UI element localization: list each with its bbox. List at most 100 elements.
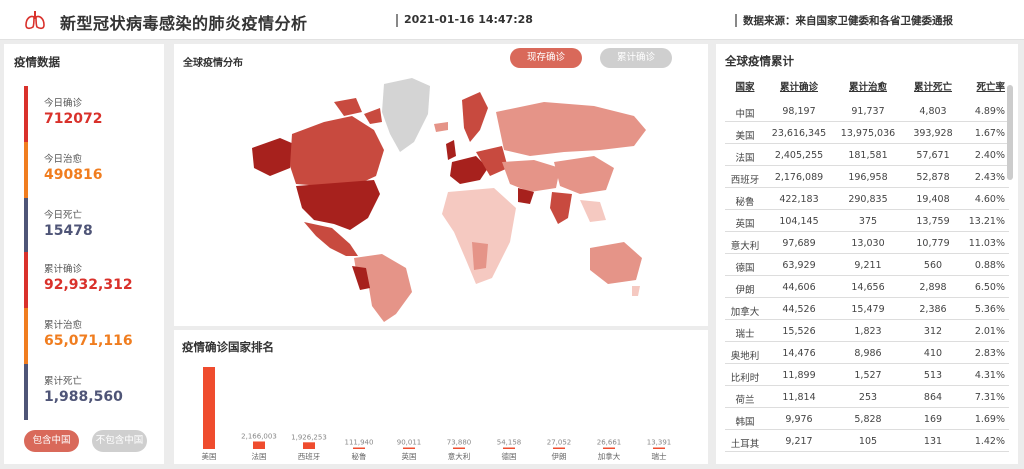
country-cell: 韩国 — [735, 417, 755, 428]
bar-value-label: 2,166,003 — [241, 432, 277, 440]
bar-5[interactable] — [453, 447, 465, 450]
table-row[interactable]: 比利时 11,899 1,527 513 4.31% — [725, 364, 1009, 386]
table-row[interactable]: 德国 63,929 9,211 560 0.88% — [725, 254, 1009, 276]
country-cell: 美国 — [735, 131, 755, 142]
rank-panel: 疫情确诊国家排名 美国 2,166,003 法国 1,926,253 西班牙 111,94… — [174, 330, 708, 464]
value-cell: 2.43% — [974, 172, 1005, 183]
value-cell: 13,759 — [916, 216, 950, 227]
value-cell: 57,671 — [916, 150, 950, 161]
value-cell: 91,737 — [851, 106, 885, 117]
column-header[interactable]: 累计确诊 — [769, 79, 829, 93]
value-cell: 44,526 — [782, 304, 816, 315]
category-label: 德国 — [502, 451, 517, 461]
bar-7[interactable] — [553, 447, 565, 450]
bar-4[interactable] — [403, 447, 415, 450]
value-cell: 2,386 — [919, 304, 947, 315]
value-cell: 253 — [858, 392, 878, 403]
value-cell: 7.31% — [974, 392, 1005, 403]
value-cell: 1.67% — [974, 128, 1005, 139]
country-cell: 中国 — [735, 109, 755, 120]
value-cell: 63,929 — [782, 260, 816, 271]
table-scrollbar[interactable] — [1007, 85, 1013, 180]
table-row[interactable]: 美国 23,616,345 13,975,036 393,928 1.67% — [725, 122, 1009, 144]
value-cell: 2.83% — [974, 348, 1005, 359]
value-cell: 52,878 — [916, 172, 950, 183]
value-cell: 1.69% — [974, 414, 1005, 425]
bar-value-label: 1,926,253 — [291, 433, 327, 441]
stat-label: 今日确诊 — [44, 98, 83, 109]
include-china-button[interactable]: 包含中国 — [24, 430, 79, 452]
column-header[interactable]: 累计死亡 — [905, 79, 961, 93]
stat-total-confirmed: 累计确诊 92,932,312 — [24, 252, 154, 308]
value-cell: 9,976 — [785, 414, 813, 425]
bar-6[interactable] — [503, 447, 515, 450]
table-row[interactable]: 法国 2,405,255 181,581 57,671 2.40% — [725, 144, 1009, 166]
bar-2[interactable] — [303, 442, 315, 449]
bar-0[interactable] — [203, 367, 215, 449]
value-cell: 312 — [923, 326, 943, 337]
bar-value-label: 27,052 — [547, 439, 572, 447]
stat-bar — [24, 252, 28, 308]
stat-label: 今日治愈 — [44, 154, 83, 165]
table-row[interactable]: 中国 98,197 91,737 4,803 4.89% — [725, 100, 1009, 122]
country-cell: 比利时 — [730, 373, 760, 384]
stat-today-cured: 今日治愈 490816 — [24, 142, 154, 198]
value-cell: 181,581 — [848, 150, 888, 161]
stat-label: 今日死亡 — [44, 210, 83, 221]
country-cell: 瑞士 — [735, 329, 755, 340]
stat-value: 490816 — [44, 167, 103, 183]
table-row[interactable]: 韩国 9,976 5,828 169 1.69% — [725, 408, 1009, 430]
current-confirmed-toggle[interactable]: 现存确诊 — [510, 48, 582, 68]
stat-value: 65,071,116 — [44, 333, 133, 349]
rank-bar-chart: 美国 2,166,003 法国 1,926,253 西班牙 111,940 秘鲁 90,011… — [202, 367, 671, 461]
bar-8[interactable] — [603, 447, 615, 450]
stat-label: 累计治愈 — [44, 320, 83, 331]
column-header[interactable]: 累计治愈 — [835, 79, 901, 93]
table-row[interactable]: 奥地利 14,476 8,986 410 2.83% — [725, 342, 1009, 364]
stat-bar — [24, 86, 28, 142]
table-panel-title: 全球疫情累计 — [725, 54, 794, 68]
value-cell: 14,476 — [782, 348, 816, 359]
column-header[interactable]: 国家 — [725, 79, 765, 93]
table-row[interactable]: 英国 104,145 375 13,759 13.21% — [725, 210, 1009, 232]
bar-3[interactable] — [353, 447, 365, 450]
value-cell: 4,803 — [919, 106, 947, 117]
column-header[interactable]: 死亡率 — [967, 79, 1005, 93]
country-cell: 加拿大 — [730, 307, 760, 318]
country-cell: 荷兰 — [735, 395, 755, 406]
table-row[interactable]: 伊朗 44,606 14,656 2,898 6.50% — [725, 276, 1009, 298]
country-cell: 土耳其 — [730, 439, 760, 450]
table-row[interactable]: 瑞士 15,526 1,823 312 2.01% — [725, 320, 1009, 342]
divider — [735, 14, 737, 27]
stat-value: 712072 — [44, 111, 103, 127]
value-cell: 5,828 — [854, 414, 882, 425]
value-cell: 6.50% — [974, 282, 1005, 293]
stat-bar — [24, 142, 28, 198]
table-row[interactable]: 西班牙 2,176,089 196,958 52,878 2.43% — [725, 166, 1009, 188]
total-confirmed-toggle[interactable]: 累计确诊 — [600, 48, 672, 68]
bar-value-label: 73,880 — [447, 439, 472, 447]
world-map[interactable] — [234, 72, 654, 324]
table-row[interactable]: 土耳其 9,217 105 131 1.42% — [725, 430, 1009, 452]
stat-today-deaths: 今日死亡 15478 — [24, 198, 154, 254]
category-label: 法国 — [252, 451, 267, 461]
country-cell: 伊朗 — [735, 285, 755, 296]
value-cell: 15,479 — [851, 304, 885, 315]
table-row[interactable]: 荷兰 11,814 253 864 7.31% — [725, 386, 1009, 408]
table-row[interactable]: 加拿大 44,526 15,479 2,386 5.36% — [725, 298, 1009, 320]
country-cell: 法国 — [735, 153, 755, 164]
value-cell: 393,928 — [913, 128, 953, 139]
page-title: 新型冠状病毒感染的肺炎疫情分析 — [60, 14, 308, 33]
value-cell: 97,689 — [782, 238, 816, 249]
table-row[interactable]: 意大利 97,689 13,030 10,779 11.03% — [725, 232, 1009, 254]
value-cell: 4.60% — [974, 194, 1005, 205]
stat-value: 1,988,560 — [44, 389, 123, 405]
bar-9[interactable] — [653, 447, 665, 450]
bar-1[interactable] — [253, 441, 265, 449]
exclude-china-button[interactable]: 不包含中国 — [92, 430, 147, 452]
stat-bar — [24, 198, 28, 254]
value-cell: 15,526 — [782, 326, 816, 337]
value-cell: 422,183 — [779, 194, 819, 205]
divider — [396, 14, 398, 27]
table-row[interactable]: 秘鲁 422,183 290,835 19,408 4.60% — [725, 188, 1009, 210]
